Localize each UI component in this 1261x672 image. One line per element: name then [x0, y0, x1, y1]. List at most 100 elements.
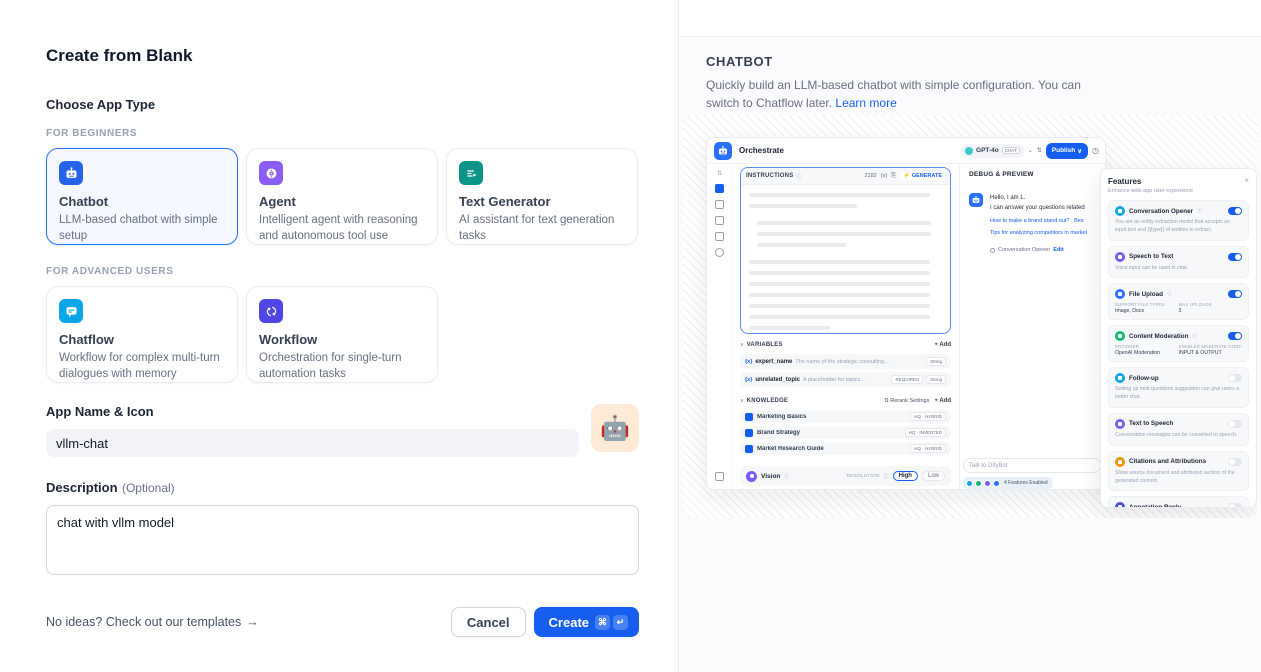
close-icon[interactable]: ×: [1244, 177, 1249, 185]
chevron-down-icon[interactable]: ∨: [740, 398, 744, 404]
cmd-key-icon: ⌘: [595, 615, 610, 630]
microphone-icon: [1115, 252, 1125, 262]
choose-app-type-label: Choose App Type: [46, 97, 639, 112]
toggle-switch[interactable]: [1228, 420, 1242, 428]
card-chatflow[interactable]: Chatflow Workflow for complex multi-turn…: [46, 286, 238, 383]
variable-row[interactable]: {x} unrelated_topic A placeholder for to…: [740, 372, 951, 387]
bot-avatar: [969, 193, 983, 207]
model-selector-chip[interactable]: GPT-4o CHAT: [961, 144, 1024, 158]
create-button[interactable]: Create ⌘ ↵: [534, 607, 639, 637]
copy-icon[interactable]: ⎘: [891, 173, 896, 180]
dataset-icon: [745, 413, 753, 421]
type-badge: String: [926, 357, 946, 366]
card-desc: AI assistant for text generation tasks: [459, 213, 625, 244]
variable-token-icon[interactable]: {x}: [881, 173, 887, 179]
feature-card-citations: Citations and Attributions Show source d…: [1108, 451, 1249, 492]
preview-body: CHATBOT Quickly build an LLM-based chatb…: [679, 37, 1261, 112]
rail-icon[interactable]: [715, 200, 724, 209]
citation-icon: [1115, 457, 1125, 467]
create-form-panel: Create from Blank Choose App Type FOR BE…: [0, 0, 679, 672]
toggle-switch[interactable]: [1228, 253, 1242, 261]
opener-icon: [990, 248, 995, 253]
generate-button[interactable]: ⚡ GENERATE: [900, 172, 945, 180]
feature-dot-icon: [975, 480, 982, 487]
rail-icon[interactable]: [715, 232, 724, 241]
knowledge-section: ∨ KNOWLEDGE ⇅ Rerank Settings + Add Mark…: [740, 394, 951, 455]
edit-opener-link[interactable]: Edit: [1053, 247, 1063, 253]
robot-emoji-icon: 🤖: [600, 414, 630, 443]
templates-link[interactable]: No ideas? Check out our templates →: [46, 615, 259, 629]
chevron-down-icon[interactable]: ⌄: [1028, 147, 1033, 154]
chevron-down-icon[interactable]: ∨: [740, 342, 744, 348]
rail-bottom-icon[interactable]: [715, 472, 724, 481]
advanced-cards-row: Chatflow Workflow for complex multi-turn…: [46, 286, 639, 383]
knowledge-row[interactable]: Marketing Basics HQ · HYBRID: [740, 410, 951, 423]
rail-sliders-icon[interactable]: ⇅: [717, 170, 722, 177]
toggle-switch[interactable]: [1228, 503, 1242, 508]
toggle-switch[interactable]: [1228, 458, 1242, 466]
follow-up-icon: [1115, 373, 1125, 383]
app-icon-picker[interactable]: 🤖: [591, 404, 639, 452]
card-chatbot[interactable]: Chatbot LLM-based chatbot with simple se…: [46, 148, 238, 245]
feature-card-content-moderation: Content Moderation ⓘ PROVIDER OpenAI Mod…: [1108, 325, 1249, 362]
footer-buttons: Cancel Create ⌘ ↵: [451, 607, 639, 637]
conversation-opener-icon: [1115, 206, 1125, 216]
suggested-question[interactable]: How to make a brand stand out? Bes: [990, 217, 1104, 225]
workflow-icon: [259, 299, 283, 323]
mock-left-rail: ⇅: [707, 164, 733, 489]
description-label-row: Description (Optional): [46, 479, 639, 497]
suggested-question[interactable]: Tips for analyzing competitors in market: [990, 229, 1104, 237]
column-divider: [959, 164, 960, 489]
variable-row[interactable]: {x} expert_name The name of the strategi…: [740, 354, 951, 369]
toggle-switch[interactable]: [1228, 207, 1242, 215]
toggle-switch[interactable]: [1228, 374, 1242, 382]
card-text-generator[interactable]: Text Generator AI assistant for text gen…: [446, 148, 638, 245]
conversation-opener-row: Conversation Opener Edit: [990, 247, 1064, 253]
variable-token-icon: {x}: [745, 377, 752, 383]
app-name-input[interactable]: [46, 429, 579, 457]
features-enabled-pill[interactable]: 4 Features Enabled: [963, 477, 1053, 489]
chat-input[interactable]: Talk to DifyBot: [963, 458, 1101, 473]
agent-icon: [259, 161, 283, 185]
info-icon: ⓘ: [1167, 291, 1172, 297]
knowledge-row[interactable]: Market Research Guide HQ · HYBRID: [740, 442, 951, 455]
feature-dot-icon: [966, 480, 973, 487]
mock-window-title: Orchestrate: [739, 146, 784, 155]
toggle-switch[interactable]: [1228, 332, 1242, 340]
mock-app-icon: [714, 142, 732, 160]
card-agent[interactable]: Agent Intelligent agent with reasoning a…: [246, 148, 438, 245]
variable-token-icon: {x}: [745, 359, 752, 365]
description-textarea[interactable]: chat with vllm model: [46, 505, 639, 575]
preview-panel: CHATBOT Quickly build an LLM-based chatb…: [679, 0, 1261, 672]
add-knowledge-button[interactable]: + Add: [934, 398, 951, 404]
instructions-skeleton: [741, 185, 950, 330]
swap-icon: ⇅: [884, 398, 889, 404]
toggle-switch[interactable]: [1228, 290, 1242, 298]
cancel-button[interactable]: Cancel: [451, 607, 526, 637]
preview-description: Quickly build an LLM-based chatbot with …: [706, 76, 1096, 112]
app-name-block: App Name & Icon 🤖: [46, 404, 639, 457]
arrow-right-icon: →: [246, 615, 259, 629]
rail-icon[interactable]: [715, 216, 724, 225]
feature-dot-icon: [993, 480, 1000, 487]
params-swap-icon[interactable]: ⇅: [1037, 147, 1042, 154]
resolution-low-button[interactable]: Low: [922, 471, 945, 481]
vision-eye-icon: [746, 471, 757, 482]
folder-icon: [1115, 289, 1125, 299]
card-name: Agent: [259, 194, 425, 209]
knowledge-row[interactable]: Brand Strategy HQ · INVERTED: [740, 426, 951, 439]
add-variable-button[interactable]: + Add: [934, 342, 951, 348]
learn-more-link[interactable]: Learn more: [835, 96, 896, 110]
publish-button[interactable]: Publish ∨: [1046, 143, 1088, 159]
model-provider-icon: [965, 147, 973, 155]
feature-card-conversation-opener: Conversation Opener ⓘ You are an entity …: [1108, 200, 1249, 241]
resolution-high-button[interactable]: High: [893, 471, 918, 481]
card-workflow[interactable]: Workflow Orchestration for single-turn a…: [246, 286, 438, 383]
rail-icon[interactable]: [715, 248, 724, 257]
history-clock-icon[interactable]: ◷: [1092, 146, 1099, 155]
rail-orchestrate-icon[interactable]: [715, 184, 724, 193]
rerank-settings-button[interactable]: ⇅ Rerank Settings: [884, 398, 929, 404]
bot-message: Hello, I am L. I can answer your questio…: [990, 194, 1104, 238]
description-label: Description: [46, 480, 118, 495]
shield-icon: [1115, 331, 1125, 341]
